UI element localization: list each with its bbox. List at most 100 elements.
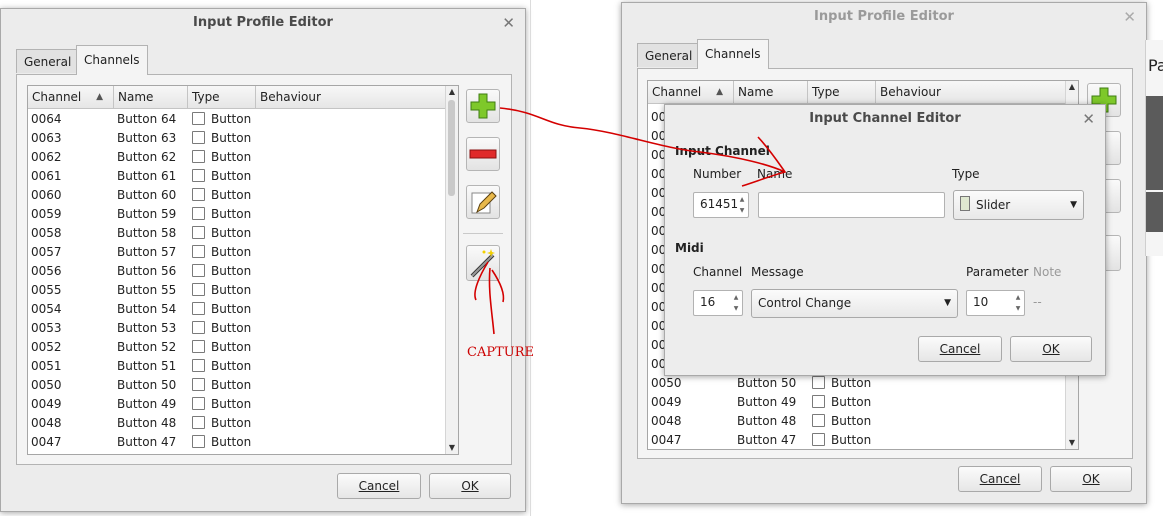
column-name[interactable]: Name bbox=[734, 81, 808, 103]
name-cell: Button 51 bbox=[117, 359, 177, 373]
close-icon[interactable]: ✕ bbox=[502, 9, 515, 37]
channel-cell: 0050 bbox=[31, 378, 62, 392]
ok-button[interactable]: OK bbox=[1010, 336, 1092, 362]
column-name[interactable]: Name bbox=[114, 86, 188, 108]
column-behaviour[interactable]: Behaviour bbox=[256, 86, 446, 108]
type-value: Button bbox=[211, 112, 252, 126]
background-app-fragment: Pa bbox=[1145, 40, 1163, 256]
input-profile-editor-left: Input Profile Editor ✕ General Channels … bbox=[0, 8, 526, 512]
table-row[interactable]: 0062 Button 62 Button bbox=[28, 148, 446, 167]
table-row[interactable]: 0048 Button 48 Button bbox=[648, 412, 1066, 431]
name-cell: Button 64 bbox=[117, 112, 177, 126]
close-icon[interactable]: ✕ bbox=[1123, 3, 1136, 31]
cancel-button[interactable]: Cancel bbox=[337, 473, 421, 499]
edit-channel-button[interactable] bbox=[466, 185, 500, 219]
input-channel-heading: Input Channel bbox=[675, 144, 770, 158]
name-input[interactable] bbox=[758, 192, 945, 218]
close-icon[interactable]: ✕ bbox=[1082, 105, 1095, 133]
ok-button[interactable]: OK bbox=[1050, 466, 1132, 492]
type-cell: Button bbox=[192, 414, 251, 433]
name-cell: Button 50 bbox=[737, 376, 797, 390]
type-value: Button bbox=[211, 245, 252, 259]
spin-arrows-icon[interactable]: ▲ ▼ bbox=[737, 194, 747, 216]
button-type-icon bbox=[812, 376, 825, 389]
column-behaviour[interactable]: Behaviour bbox=[876, 81, 1066, 103]
table-row[interactable]: 0051 Button 51 Button bbox=[28, 357, 446, 376]
tab-general[interactable]: General bbox=[16, 49, 80, 73]
tab-general[interactable]: General bbox=[637, 43, 701, 67]
type-select[interactable]: Slider ▼ bbox=[953, 190, 1084, 220]
capture-wizard-button[interactable] bbox=[466, 245, 500, 281]
table-row[interactable]: 0050 Button 50 Button bbox=[648, 374, 1066, 393]
table-row[interactable]: 0047 Button 47 Button bbox=[28, 433, 446, 452]
type-value: Button bbox=[211, 340, 252, 354]
table-row[interactable]: 0055 Button 55 Button bbox=[28, 281, 446, 300]
type-cell: Button bbox=[192, 319, 251, 338]
table-row[interactable]: 0052 Button 52 Button bbox=[28, 338, 446, 357]
type-cell: Button bbox=[812, 374, 871, 393]
column-type[interactable]: Type bbox=[188, 86, 256, 108]
type-value: Button bbox=[831, 433, 872, 447]
name-cell: Button 62 bbox=[117, 150, 177, 164]
table-row[interactable]: 0059 Button 59 Button bbox=[28, 205, 446, 224]
remove-channel-button[interactable] bbox=[466, 137, 500, 171]
table-row[interactable]: 0056 Button 56 Button bbox=[28, 262, 446, 281]
scroll-up-icon[interactable]: ▲ bbox=[1066, 81, 1078, 93]
table-row[interactable]: 0048 Button 48 Button bbox=[28, 414, 446, 433]
channel-table: Channel ▲ Name Type Behaviour 0064 Button … bbox=[27, 85, 459, 455]
dialog-title: Input Channel Editor bbox=[809, 111, 961, 126]
type-value: Button bbox=[211, 378, 252, 392]
column-channel[interactable]: Channel ▲ bbox=[648, 81, 734, 103]
parameter-spinbox[interactable]: 10 ▲ ▼ bbox=[966, 290, 1025, 316]
cancel-button[interactable]: Cancel bbox=[958, 466, 1042, 492]
table-header: Channel ▲ Name Type Behaviour bbox=[28, 86, 458, 109]
chevron-down-icon: ▼ bbox=[1070, 200, 1077, 210]
table-row[interactable]: 0058 Button 58 Button bbox=[28, 224, 446, 243]
ok-button[interactable]: OK bbox=[429, 473, 511, 499]
parameter-value: 10 bbox=[973, 295, 989, 309]
midi-channel-value: 16 bbox=[700, 295, 716, 309]
button-type-icon bbox=[192, 131, 205, 144]
name-cell: Button 48 bbox=[117, 416, 177, 430]
table-row[interactable]: 0061 Button 61 Button bbox=[28, 167, 446, 186]
add-channel-button[interactable] bbox=[466, 89, 500, 123]
table-row[interactable]: 0053 Button 53 Button bbox=[28, 319, 446, 338]
button-type-icon bbox=[192, 226, 205, 239]
table-row[interactable]: 0063 Button 63 Button bbox=[28, 129, 446, 148]
scroll-down-icon[interactable]: ▼ bbox=[1066, 437, 1078, 449]
table-row[interactable]: 0054 Button 54 Button bbox=[28, 300, 446, 319]
number-spinbox[interactable]: 61451 ▲ ▼ bbox=[693, 192, 749, 218]
tab-channels[interactable]: Channels bbox=[697, 39, 769, 69]
type-value: Button bbox=[211, 416, 252, 430]
name-cell: Button 50 bbox=[117, 378, 177, 392]
spin-arrows-icon[interactable]: ▲ ▼ bbox=[731, 292, 741, 314]
table-row[interactable]: 0050 Button 50 Button bbox=[28, 376, 446, 395]
table-row[interactable]: 0064 Button 64 Button bbox=[28, 110, 446, 129]
button-type-icon bbox=[192, 188, 205, 201]
cancel-button[interactable]: Cancel bbox=[918, 336, 1002, 362]
channel-cell: 0053 bbox=[31, 321, 62, 335]
table-row[interactable]: 0049 Button 49 Button bbox=[28, 395, 446, 414]
column-type[interactable]: Type bbox=[808, 81, 876, 103]
spin-arrows-icon[interactable]: ▲ ▼ bbox=[1013, 292, 1023, 314]
table-row[interactable]: 0060 Button 60 Button bbox=[28, 186, 446, 205]
type-value: Button bbox=[211, 397, 252, 411]
table-row[interactable]: 0057 Button 57 Button bbox=[28, 243, 446, 262]
column-channel[interactable]: Channel ▲ bbox=[28, 86, 114, 108]
button-type-icon bbox=[192, 340, 205, 353]
table-row[interactable]: 0047 Button 47 Button bbox=[648, 431, 1066, 449]
type-value: Button bbox=[211, 188, 252, 202]
vertical-scrollbar[interactable]: ▲ ▼ bbox=[445, 86, 458, 454]
tab-channels[interactable]: Channels bbox=[76, 45, 148, 75]
table-row[interactable]: 0049 Button 49 Button bbox=[648, 393, 1066, 412]
message-select[interactable]: Control Change ▼ bbox=[751, 289, 958, 318]
button-type-icon bbox=[192, 112, 205, 125]
channel-cell: 0050 bbox=[651, 376, 682, 390]
channel-cell: 0061 bbox=[31, 169, 62, 183]
name-cell: Button 58 bbox=[117, 226, 177, 240]
toolbar-divider bbox=[463, 233, 503, 234]
scroll-thumb[interactable] bbox=[448, 100, 455, 196]
scroll-up-icon[interactable]: ▲ bbox=[446, 86, 458, 98]
scroll-down-icon[interactable]: ▼ bbox=[446, 442, 458, 454]
midi-channel-spinbox[interactable]: 16 ▲ ▼ bbox=[693, 290, 743, 316]
